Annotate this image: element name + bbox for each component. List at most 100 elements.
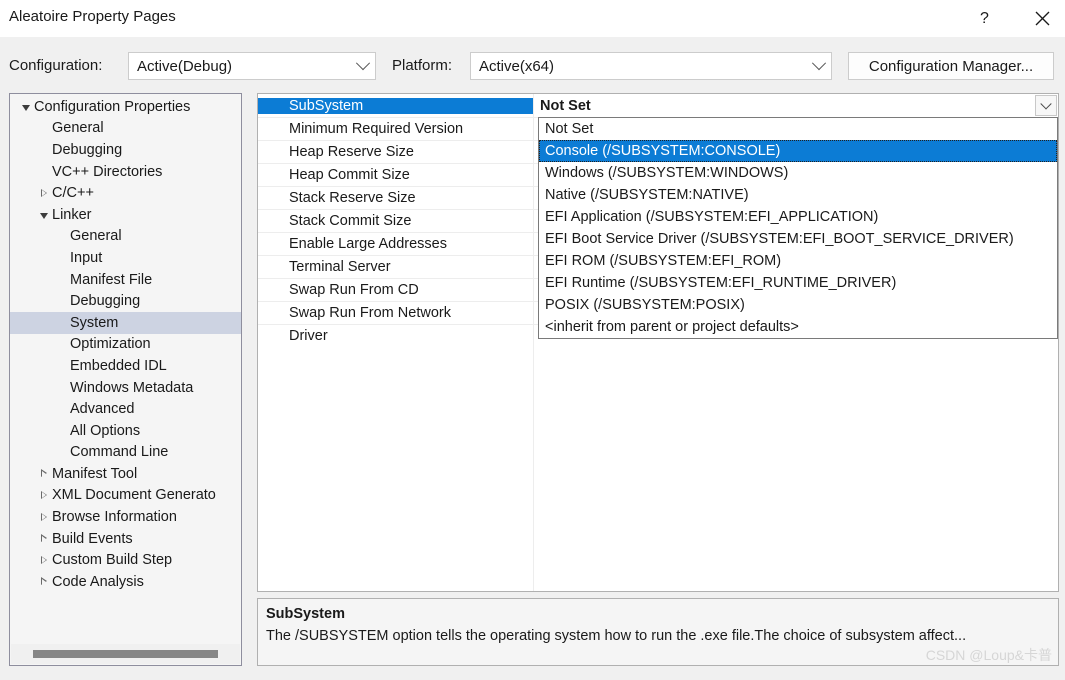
tree-item[interactable]: Custom Build Step bbox=[10, 549, 241, 571]
triangle-down-icon[interactable] bbox=[36, 212, 52, 219]
tree-item-label: Optimization bbox=[70, 336, 151, 353]
question-mark-icon: ? bbox=[980, 9, 989, 27]
property-name: Stack Commit Size bbox=[289, 213, 412, 229]
triangle-right-icon[interactable] bbox=[36, 534, 52, 543]
tree-item-label: General bbox=[52, 120, 104, 137]
value-dropdown-button[interactable] bbox=[1035, 95, 1057, 116]
tree-item[interactable]: Debugging bbox=[10, 290, 241, 312]
close-button[interactable] bbox=[1020, 0, 1065, 37]
tree-item[interactable]: Input bbox=[10, 247, 241, 269]
tree-item-label: Manifest File bbox=[70, 271, 153, 288]
tree-item[interactable]: Optimization bbox=[10, 334, 241, 356]
chevron-down-icon bbox=[351, 56, 375, 71]
tree-item[interactable]: System bbox=[10, 311, 241, 334]
tree-item[interactable]: Browse Information bbox=[10, 506, 241, 528]
dropdown-option[interactable]: <inherit from parent or project defaults… bbox=[539, 316, 1057, 338]
tree-horizontal-scrollbar[interactable] bbox=[11, 644, 240, 664]
configuration-tree[interactable]: Configuration Properties General Debugging… bbox=[9, 93, 242, 666]
configuration-select[interactable]: Active(Debug) bbox=[128, 52, 376, 80]
dropdown-option[interactable]: EFI Application (/SUBSYSTEM:EFI_APPLICAT… bbox=[539, 206, 1057, 228]
dropdown-option[interactable]: Windows (/SUBSYSTEM:WINDOWS) bbox=[539, 162, 1057, 184]
tree-item-label: Debugging bbox=[52, 141, 123, 158]
tree-item-label: Custom Build Step bbox=[52, 552, 173, 569]
property-name: Swap Run From Network bbox=[289, 305, 451, 321]
property-name: Minimum Required Version bbox=[289, 121, 464, 137]
tree-item[interactable]: Manifest File bbox=[10, 269, 241, 291]
tree-item[interactable]: General bbox=[10, 226, 241, 248]
platform-value: Active(x64) bbox=[479, 57, 555, 75]
tree-item[interactable]: Command Line bbox=[10, 442, 241, 464]
property-name: Heap Reserve Size bbox=[289, 144, 414, 160]
help-button[interactable]: ? bbox=[962, 0, 1007, 37]
tree-item-label: Embedded IDL bbox=[70, 357, 167, 374]
triangle-right-icon[interactable] bbox=[36, 555, 52, 564]
tree-item[interactable]: Linker bbox=[10, 204, 241, 226]
tree-item-label: Browse Information bbox=[52, 509, 177, 526]
tree-item-label: VC++ Directories bbox=[52, 163, 163, 180]
dropdown-option[interactable]: EFI Runtime (/SUBSYSTEM:EFI_RUNTIME_DRIV… bbox=[539, 272, 1057, 294]
property-name: Heap Commit Size bbox=[289, 167, 410, 183]
platform-select[interactable]: Active(x64) bbox=[470, 52, 832, 80]
triangle-down-icon[interactable] bbox=[18, 104, 34, 111]
property-name: Stack Reserve Size bbox=[289, 190, 416, 206]
triangle-right-icon[interactable] bbox=[36, 188, 52, 197]
tree-item-label: Manifest Tool bbox=[52, 465, 138, 482]
property-name: Swap Run From CD bbox=[289, 282, 419, 298]
property-name: Driver bbox=[289, 328, 328, 344]
triangle-right-icon[interactable] bbox=[36, 512, 52, 521]
window-title: Aleatoire Property Pages bbox=[9, 8, 176, 25]
title-bar: Aleatoire Property Pages ? bbox=[0, 0, 1065, 37]
dropdown-option[interactable]: Console (/SUBSYSTEM:CONSOLE) bbox=[539, 140, 1057, 162]
tree-item[interactable]: Embedded IDL bbox=[10, 355, 241, 377]
tree-item[interactable]: C/C++ bbox=[10, 182, 241, 204]
tree-item-label: Code Analysis bbox=[52, 573, 144, 590]
tree-item-label: Advanced bbox=[70, 401, 135, 418]
tree-item-label: XML Document Generato bbox=[52, 487, 216, 504]
tree-item[interactable]: General bbox=[10, 118, 241, 140]
property-name: Enable Large Addresses bbox=[289, 236, 447, 252]
chevron-down-icon bbox=[807, 56, 831, 71]
configuration-manager-button[interactable]: Configuration Manager... bbox=[848, 52, 1054, 80]
tree-item[interactable]: Advanced bbox=[10, 398, 241, 420]
tree-items: Configuration Properties General Debugging… bbox=[10, 96, 241, 643]
dropdown-option[interactable]: EFI ROM (/SUBSYSTEM:EFI_ROM) bbox=[539, 250, 1057, 272]
subsystem-dropdown-list[interactable]: Not Set Console (/SUBSYSTEM:CONSOLE) Windo… bbox=[538, 117, 1058, 339]
tree-item-label: C/C++ bbox=[52, 185, 94, 202]
tree-item[interactable]: All Options bbox=[10, 420, 241, 442]
tree-item[interactable]: Build Events bbox=[10, 528, 241, 550]
tree-item-label: Linker bbox=[52, 206, 92, 223]
tree-item[interactable]: Manifest Tool bbox=[10, 463, 241, 485]
description-text: The /SUBSYSTEM option tells the operatin… bbox=[266, 628, 967, 644]
triangle-right-icon[interactable] bbox=[36, 577, 52, 586]
description-pane: SubSystem The /SUBSYSTEM option tells th… bbox=[257, 598, 1059, 666]
tree-item[interactable]: Configuration Properties bbox=[10, 96, 241, 118]
property-value[interactable]: Not Set bbox=[533, 98, 1058, 114]
tree-item[interactable]: Windows Metadata bbox=[10, 377, 241, 399]
platform-label: Platform: bbox=[392, 57, 453, 74]
scrollbar-thumb[interactable] bbox=[33, 650, 218, 658]
tree-item[interactable]: Code Analysis bbox=[10, 571, 241, 593]
triangle-right-icon[interactable] bbox=[36, 490, 52, 499]
tree-item-label: Build Events bbox=[52, 530, 133, 547]
tree-item-label: General bbox=[70, 228, 122, 245]
dropdown-option[interactable]: Native (/SUBSYSTEM:NATIVE) bbox=[539, 184, 1057, 206]
watermark: CSDN @Loup&卡普 bbox=[925, 647, 1052, 663]
tree-item[interactable]: Debugging bbox=[10, 139, 241, 161]
tree-item-label: All Options bbox=[70, 422, 141, 439]
dropdown-option[interactable]: POSIX (/SUBSYSTEM:POSIX) bbox=[539, 294, 1057, 316]
triangle-right-icon[interactable] bbox=[36, 469, 52, 478]
tree-item-label: Debugging bbox=[70, 293, 141, 310]
configuration-manager-label: Configuration Manager... bbox=[868, 57, 1034, 75]
description-title: SubSystem bbox=[266, 606, 345, 622]
dropdown-option[interactable]: EFI Boot Service Driver (/SUBSYSTEM:EFI_… bbox=[539, 228, 1057, 250]
close-icon bbox=[1035, 11, 1050, 26]
property-row[interactable]: SubSystem Not Set bbox=[258, 94, 1058, 117]
dropdown-option[interactable]: Not Set bbox=[539, 118, 1057, 140]
property-name: SubSystem bbox=[258, 97, 533, 114]
tree-item-label: Input bbox=[70, 249, 103, 266]
tree-item-label: Windows Metadata bbox=[70, 379, 194, 396]
tree-item[interactable]: XML Document Generato bbox=[10, 485, 241, 507]
tree-item[interactable]: VC++ Directories bbox=[10, 161, 241, 183]
tree-item-label: Command Line bbox=[70, 444, 169, 461]
tree-item-label: System bbox=[70, 314, 119, 331]
